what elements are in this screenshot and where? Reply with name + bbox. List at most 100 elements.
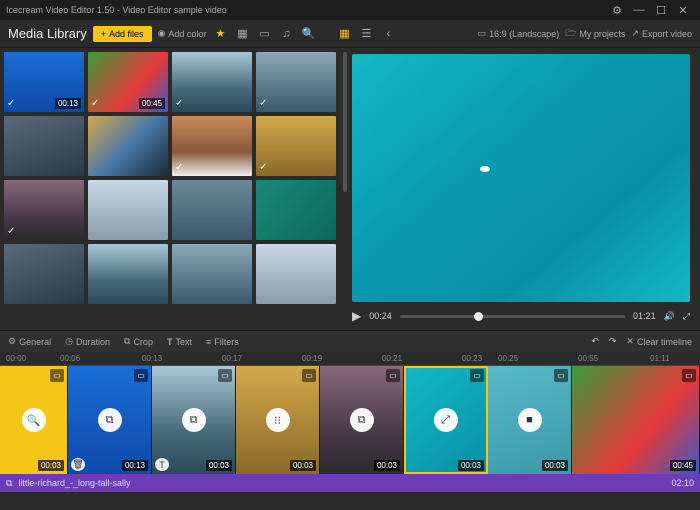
timeline-clip[interactable]: ▭ ■ 00:03 — [488, 366, 572, 474]
clip-type-icon: ▭ — [682, 369, 696, 382]
titlebar: Icecream Video Editor 1.50 - Video Edito… — [0, 0, 700, 20]
media-thumbnail[interactable]: ✓00:13 — [4, 52, 84, 112]
crop-button[interactable]: ⧉ Crop — [124, 336, 153, 347]
fullscreen-icon[interactable]: ⤢ — [683, 311, 690, 322]
text-button[interactable]: T Text — [167, 337, 192, 347]
clip-type-icon: ▭ — [302, 369, 316, 382]
audio-filter-icon[interactable]: ♫ — [278, 26, 294, 42]
minimize-icon[interactable]: — — [628, 4, 650, 16]
media-thumbnail[interactable] — [172, 244, 252, 304]
media-thumbnail[interactable]: ✓00:45 — [88, 52, 168, 112]
clip-duration: 00:03 — [458, 460, 484, 471]
media-thumbnail[interactable] — [88, 180, 168, 240]
thumb-duration: 00:13 — [55, 98, 81, 109]
ruler-tick: 00:06 — [60, 354, 80, 363]
aspect-ratio-button[interactable]: ▭ 16:9 (Landscape) — [478, 28, 560, 39]
ruler-tick: 00:13 — [142, 354, 162, 363]
clip-type-icon: ▭ — [50, 369, 64, 382]
clip-transition-icon[interactable]: ⧉ — [182, 408, 206, 432]
timeline: 00:0000:0600:1300:1700:1900:2100:2300:25… — [0, 352, 700, 492]
my-projects-button[interactable]: 🗁 My projects — [565, 26, 625, 42]
clip-transition-icon[interactable]: ⤢ — [434, 408, 458, 432]
timeline-ruler[interactable]: 00:0000:0600:1300:1700:1900:2100:2300:25… — [0, 352, 700, 366]
timeline-clip[interactable]: ▭ ⤢ 00:03 — [404, 366, 488, 474]
video-filter-icon[interactable]: ▭ — [256, 26, 272, 42]
favorites-icon[interactable]: ★ — [212, 26, 228, 42]
audio-clip-name: little-richard_-_long-tall-sally — [18, 478, 130, 488]
redo-icon[interactable]: ↷ — [609, 336, 617, 347]
media-thumbnail[interactable] — [256, 244, 336, 304]
timeline-clip[interactable]: ▭ ⧉ T 00:03 — [152, 366, 236, 474]
audio-link-icon[interactable]: ⧉ — [6, 478, 12, 489]
volume-icon[interactable]: 🔊 — [664, 311, 675, 322]
add-color-button[interactable]: ◉ Add color — [158, 28, 207, 39]
clip-action-icon[interactable]: 🗑 — [71, 458, 85, 471]
clip-duration: 00:45 — [670, 460, 696, 471]
ruler-tick: 00:23 — [462, 354, 482, 363]
media-thumbnail[interactable]: ✓ — [172, 52, 252, 112]
selected-check-icon: ✓ — [175, 98, 183, 109]
media-library-grid: ✓00:13✓00:45 ✓ ✓ ✓ ✓ ✓ — [0, 48, 348, 330]
clear-timeline-button[interactable]: ✕ Clear timeline — [626, 336, 692, 347]
timeline-clip[interactable]: ▭🔍00:03 — [0, 366, 68, 474]
timeline-clips-track[interactable]: ▭🔍00:03▭⧉🗑00:13▭⧉T00:03▭⁝⁝00:03▭⧉00:03▭⤢… — [0, 366, 700, 474]
total-time: 01:21 — [633, 311, 656, 321]
selected-check-icon: ✓ — [259, 162, 267, 173]
media-thumbnail[interactable]: ✓ — [4, 180, 84, 240]
clip-transition-icon[interactable]: 🔍 — [22, 408, 46, 432]
main-toolbar: Media Library + Add files ◉ Add color ★ … — [0, 20, 700, 48]
close-icon[interactable]: ✕ — [672, 4, 694, 17]
timeline-clip[interactable]: ▭ ⁝⁝ 00:03 — [236, 366, 320, 474]
media-thumbnail[interactable] — [4, 244, 84, 304]
ruler-tick: 00:55 — [578, 354, 598, 363]
timeline-clip[interactable]: ▭⧉00:03 — [320, 366, 404, 474]
ruler-tick: 00:21 — [382, 354, 402, 363]
media-thumbnail[interactable] — [4, 116, 84, 176]
clip-transition-icon[interactable]: ■ — [518, 408, 542, 432]
library-scrollbar[interactable] — [343, 52, 347, 192]
clip-transition-icon[interactable]: ⧉ — [98, 408, 122, 432]
play-icon[interactable]: ▶ — [352, 309, 361, 323]
clip-duration: 00:03 — [206, 460, 232, 471]
clip-tools-bar: ⚙ General ◷ Duration ⧉ Crop T Text ≡ Fil… — [0, 330, 700, 352]
clip-duration: 00:03 — [290, 460, 316, 471]
media-thumbnail[interactable]: ✓ — [256, 52, 336, 112]
general-button[interactable]: ⚙ General — [8, 336, 51, 347]
selected-check-icon: ✓ — [259, 98, 267, 109]
timeline-clip[interactable]: ▭⧉🗑00:13 — [68, 366, 152, 474]
media-thumbnail[interactable]: ✓ — [172, 116, 252, 176]
clip-type-icon: ▭ — [554, 369, 568, 382]
timeline-clip[interactable]: ▭ 00:45 — [572, 366, 700, 474]
clip-duration: 00:03 — [542, 460, 568, 471]
audio-track[interactable]: ⧉ little-richard_-_long-tall-sally 02:10 — [0, 474, 700, 492]
clip-action-icon[interactable]: T — [155, 458, 169, 471]
media-thumbnail[interactable] — [88, 244, 168, 304]
export-video-button[interactable]: ↗ Export video — [631, 28, 692, 39]
list-view-icon[interactable]: ☰ — [358, 26, 374, 42]
media-thumbnail[interactable] — [172, 180, 252, 240]
grid-view-icon[interactable]: ▦ — [336, 26, 352, 42]
media-thumbnail[interactable] — [256, 180, 336, 240]
add-files-button[interactable]: + Add files — [93, 26, 152, 42]
search-icon[interactable]: 🔍 — [300, 26, 316, 42]
settings-icon[interactable]: ⚙ — [606, 4, 628, 17]
playback-bar: ▶ 00:24 01:21 🔊 ⤢ — [352, 302, 690, 326]
clip-transition-icon[interactable]: ⁝⁝ — [266, 408, 290, 432]
clip-type-icon: ▭ — [134, 369, 148, 382]
ruler-tick: 00:17 — [222, 354, 242, 363]
video-preview[interactable] — [352, 54, 690, 302]
filters-button[interactable]: ≡ Filters — [206, 337, 239, 347]
clip-type-icon: ▭ — [470, 369, 484, 382]
collapse-icon[interactable]: ‹ — [380, 26, 396, 42]
audio-duration: 02:10 — [671, 478, 694, 488]
undo-icon[interactable]: ↶ — [591, 336, 599, 347]
maximize-icon[interactable]: ☐ — [650, 4, 672, 17]
media-thumbnail[interactable]: ✓ — [256, 116, 336, 176]
clip-type-icon: ▭ — [218, 369, 232, 382]
media-thumbnail[interactable] — [88, 116, 168, 176]
selected-check-icon: ✓ — [175, 162, 183, 173]
seek-slider[interactable] — [400, 315, 625, 318]
image-filter-icon[interactable]: ▦ — [234, 26, 250, 42]
duration-button[interactable]: ◷ Duration — [65, 336, 110, 347]
clip-transition-icon[interactable]: ⧉ — [350, 408, 374, 432]
